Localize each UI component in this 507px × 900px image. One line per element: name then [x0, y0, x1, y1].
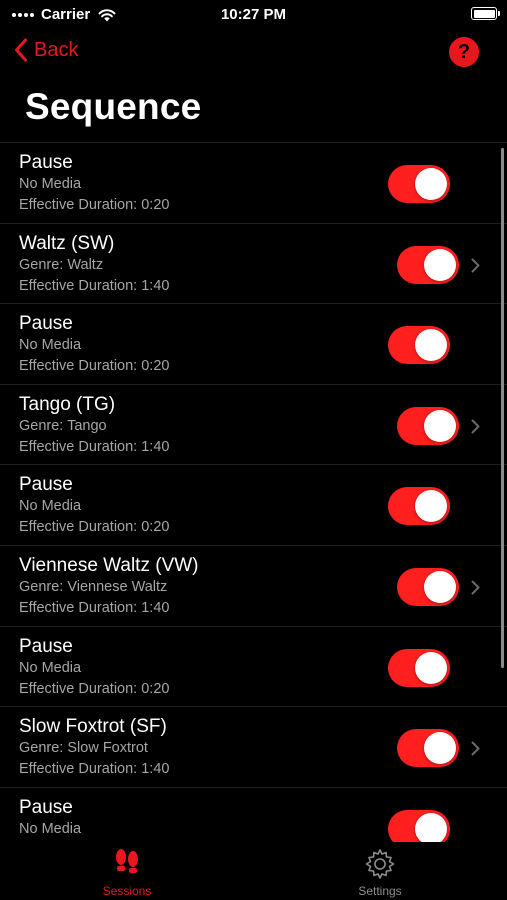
toggle-knob	[415, 651, 447, 684]
tab-sessions[interactable]: Sessions	[67, 846, 187, 898]
item-title: Waltz (SW)	[19, 232, 115, 254]
help-icon: ?	[457, 40, 471, 63]
item-duration: Effective Duration: 0:20	[19, 358, 170, 375]
enabled-toggle[interactable]	[397, 245, 459, 284]
back-label: Back	[34, 38, 79, 61]
item-subtitle: No Media	[19, 659, 82, 676]
item-title: Viennese Waltz (VW)	[19, 554, 199, 576]
toggle-knob	[415, 168, 447, 200]
enabled-toggle[interactable]	[397, 729, 459, 768]
enabled-toggle[interactable]	[388, 487, 450, 526]
sequence-list[interactable]: Pause No Media Effective Duration: 0:20 Wal…	[0, 142, 507, 842]
item-title: Pause	[19, 152, 73, 173]
status-bar: Carrier 10:27 PM	[0, 0, 507, 28]
enabled-toggle[interactable]	[397, 567, 459, 606]
gear-icon	[365, 849, 395, 879]
item-subtitle: Genre: Slow Foxtrot	[19, 740, 148, 757]
list-item[interactable]: Pause No Media Effective Duration: 0:20	[0, 303, 507, 384]
battery-icon	[471, 7, 500, 20]
item-subtitle: No Media	[19, 176, 82, 192]
item-title: Pause	[19, 313, 73, 335]
item-duration: Effective Duration: 0:20	[19, 680, 170, 697]
toggle-knob	[424, 570, 456, 603]
back-button[interactable]: Back	[14, 38, 78, 62]
list-item[interactable]: Viennese Waltz (VW) Genre: Viennese Waltz…	[0, 544, 507, 626]
enabled-toggle[interactable]	[388, 809, 450, 842]
list-item[interactable]: Pause No Media Effective Duration: 0:20	[0, 625, 507, 707]
tab-bar: Sessions Settings	[0, 842, 507, 900]
footprints-icon	[116, 849, 138, 873]
chevron-left-icon	[15, 38, 27, 62]
toggle-knob	[424, 732, 456, 765]
chevron-right-icon[interactable]	[471, 580, 480, 595]
list-item[interactable]: Pause No Media	[0, 786, 507, 842]
item-duration: Effective Duration: 1:40	[19, 761, 170, 778]
item-subtitle: Genre: Waltz	[19, 256, 104, 273]
enabled-toggle[interactable]	[397, 406, 459, 445]
scroll-indicator	[501, 148, 504, 668]
list-item[interactable]: Pause No Media Effective Duration: 0:20	[0, 464, 507, 545]
item-duration: Effective Duration: 0:20	[19, 519, 170, 536]
list-item[interactable]: Tango (TG) Genre: Tango Effective Duration…	[0, 383, 507, 465]
list-item[interactable]: Pause No Media Effective Duration: 0:20	[0, 142, 507, 223]
item-title: Pause	[19, 474, 73, 496]
item-duration: Effective Duration: 1:40	[19, 277, 170, 294]
item-duration: Effective Duration: 0:20	[19, 197, 170, 213]
item-subtitle: Genre: Viennese Waltz	[19, 578, 168, 595]
help-button[interactable]: ?	[449, 37, 479, 67]
navigation-bar: Back ?	[0, 32, 507, 76]
toggle-knob	[415, 329, 447, 362]
toggle-knob	[424, 248, 456, 281]
enabled-toggle[interactable]	[388, 326, 450, 365]
list-item[interactable]: Slow Foxtrot (SF) Genre: Slow Foxtrot Effe…	[0, 706, 507, 787]
item-subtitle: No Media	[19, 337, 82, 354]
item-subtitle: Genre: Tango	[19, 417, 107, 434]
toggle-knob	[415, 812, 447, 842]
item-subtitle: No Media	[19, 820, 82, 837]
enabled-toggle[interactable]	[388, 648, 450, 687]
item-title: Pause	[19, 635, 73, 657]
item-duration: Effective Duration: 1:40	[19, 599, 170, 616]
chevron-right-icon[interactable]	[471, 258, 480, 273]
tab-sessions-label: Sessions	[102, 884, 152, 898]
list-item[interactable]: Waltz (SW) Genre: Waltz Effective Duration…	[0, 222, 507, 304]
tab-settings[interactable]: Settings	[320, 846, 440, 898]
tab-settings-label: Settings	[358, 884, 402, 898]
chevron-right-icon[interactable]	[471, 419, 480, 434]
item-title: Pause	[19, 796, 73, 818]
toggle-knob	[424, 409, 456, 442]
item-subtitle: No Media	[19, 498, 82, 515]
chevron-right-icon[interactable]	[471, 741, 480, 756]
item-title: Slow Foxtrot (SF)	[19, 716, 167, 738]
clock: 10:27 PM	[220, 6, 287, 23]
toggle-knob	[415, 490, 447, 523]
item-title: Tango (TG)	[19, 393, 116, 415]
item-duration: Effective Duration: 1:40	[19, 438, 170, 455]
enabled-toggle[interactable]	[388, 165, 450, 203]
page-title: Sequence	[25, 86, 202, 127]
